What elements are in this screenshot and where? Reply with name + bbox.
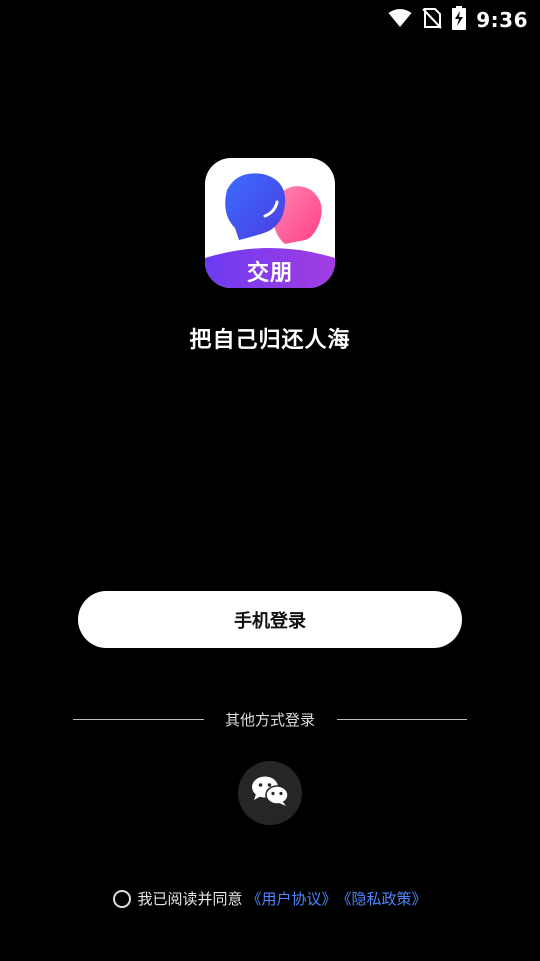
logo-text: 交朋 [246, 261, 293, 286]
wechat-login-button[interactable] [238, 761, 302, 825]
no-sim-icon [422, 7, 442, 33]
user-agreement-link[interactable]: 《用户协议》 [246, 888, 336, 909]
battery-charging-icon [452, 6, 467, 34]
divider-right [337, 719, 467, 720]
app-slogan: 把自己归还人海 [189, 328, 351, 353]
privacy-policy-link[interactable]: 《隐私政策》 [337, 888, 427, 909]
phone-login-button[interactable]: 手机登录 [78, 591, 462, 648]
status-icons: 9:36 [388, 6, 528, 34]
agreement-row: 我已阅读并同意 《用户协议》 《隐私政策》 [0, 888, 540, 909]
wifi-icon [388, 8, 412, 32]
app-logo: 交朋 [205, 158, 335, 288]
agree-radio[interactable] [113, 889, 132, 908]
agreement-text: 我已阅读并同意 [137, 890, 243, 908]
status-time: 9:36 [476, 8, 528, 32]
status-bar: 9:36 [0, 0, 540, 40]
wechat-icon [251, 775, 289, 811]
